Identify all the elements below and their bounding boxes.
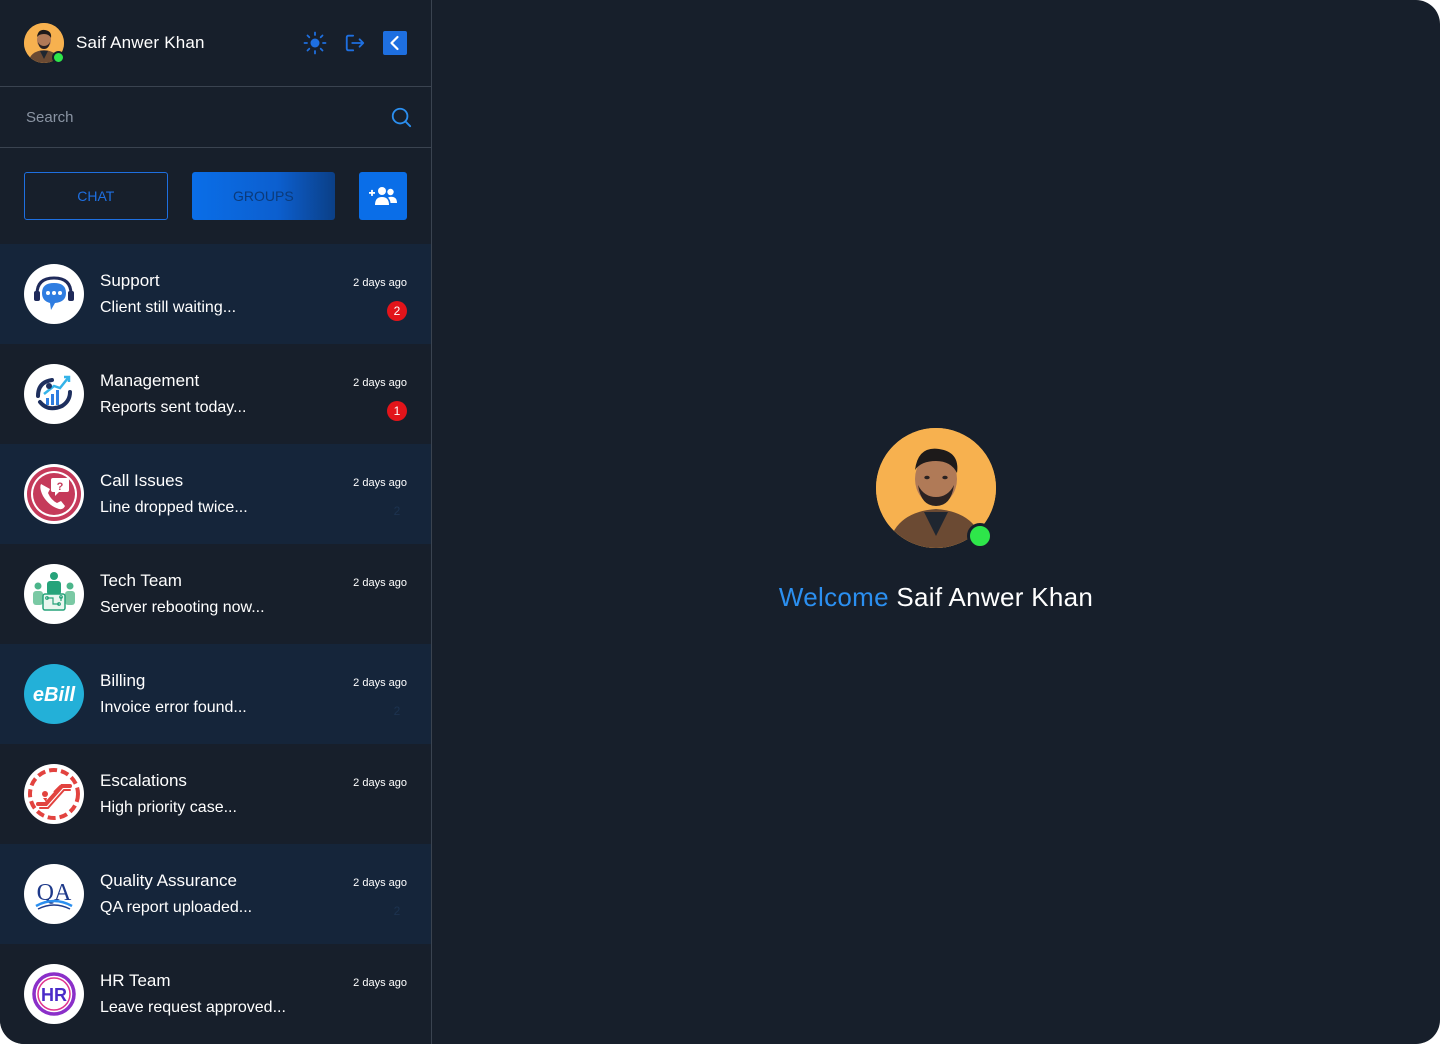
list-item-text: Call Issues Line dropped twice... (100, 471, 248, 517)
list-item-text: Quality Assurance QA report uploaded... (100, 871, 252, 917)
list-item[interactable]: Support Client still waiting... 2 days a… (0, 244, 431, 344)
chat-app: Saif Anwer Khan Search CHAT GROUPS Suppo… (0, 0, 1440, 1044)
welcome-user-name: Saif Anwer Khan (896, 582, 1094, 612)
search-button[interactable] (389, 105, 413, 129)
add-group-icon (369, 187, 398, 205)
list-item-message: Invoice error found... (100, 699, 247, 716)
group-avatar-quality-assurance: QA (24, 864, 84, 924)
list-item-title: Management (100, 371, 200, 390)
search-icon (391, 107, 412, 128)
list-item-time: 2 days ago (353, 477, 407, 489)
logout-icon (345, 34, 365, 52)
phone-question-icon: ? (27, 467, 81, 521)
tech-team-icon (27, 567, 81, 621)
list-item[interactable]: QA Quality Assurance QA report uploaded.… (0, 844, 431, 944)
group-avatar-management (24, 364, 84, 424)
ebill-logo-text: eBill (33, 684, 76, 706)
list-item-message: Client still waiting... (100, 299, 237, 316)
list-item-time: 2 days ago (353, 977, 407, 989)
qa-logo-icon: QA (35, 880, 73, 910)
list-item-title: Support (100, 271, 160, 290)
list-item-message: Line dropped twice... (100, 499, 248, 516)
group-avatar-escalations (24, 764, 84, 824)
svg-text:?: ? (57, 481, 64, 493)
online-status-dot (52, 51, 65, 64)
welcome-prefix: Welcome (778, 582, 889, 612)
list-item[interactable]: Tech Team Server rebooting now... 2 days… (0, 544, 431, 644)
conversation-list: Support Client still waiting... 2 days a… (0, 244, 431, 1044)
list-item-title: Tech Team (100, 571, 182, 590)
user-name: Saif Anwer Khan (76, 33, 205, 52)
unread-badge: 2 (387, 301, 407, 321)
sidebar-header: Saif Anwer Khan (0, 0, 431, 87)
group-avatar-support (24, 264, 84, 324)
escalator-icon (28, 768, 80, 820)
list-item-title: Call Issues (100, 471, 184, 490)
list-item-text: Tech Team Server rebooting now... (100, 571, 265, 617)
list-item[interactable]: Management Reports sent today... 2 days … (0, 344, 431, 444)
list-item[interactable]: HR HR Team Leave request approved... 2 d… (0, 944, 431, 1044)
group-avatar-call-issues: ? (24, 464, 84, 524)
add-group-button[interactable] (359, 172, 407, 220)
list-item-title: HR Team (100, 971, 171, 990)
unread-badge: 2 (393, 704, 401, 718)
support-chat-icon (34, 276, 74, 310)
list-item-message: Leave request approved... (100, 999, 286, 1016)
list-item-time: 2 days ago (353, 877, 407, 889)
group-avatar-hr-team: HR (24, 964, 84, 1024)
list-item[interactable]: eBill Billing Invoice error found... 2 d… (0, 644, 431, 744)
chevron-left-icon (390, 35, 399, 51)
list-item-text: HR Team Leave request approved... (100, 971, 286, 1017)
logout-button[interactable] (343, 31, 367, 55)
unread-badge: 1 (387, 401, 407, 421)
sidebar: Saif Anwer Khan Search CHAT GROUPS Suppo… (0, 0, 432, 1044)
list-item-message: QA report uploaded... (100, 899, 253, 916)
welcome-message: Welcome Saif Anwer Khan (432, 582, 1440, 613)
ebill-logo-icon: eBill (33, 684, 76, 706)
list-item[interactable]: Escalations High priority case... 2 days… (0, 744, 431, 844)
unread-badge: 2 (393, 504, 401, 518)
welcome-avatar (876, 428, 996, 549)
list-item-title: Billing (100, 671, 146, 690)
list-item-time: 2 days ago (353, 377, 407, 389)
list-item-time: 2 days ago (353, 577, 407, 589)
online-status-dot (967, 523, 993, 549)
tab-chat[interactable]: CHAT (24, 172, 168, 220)
list-item-title: Quality Assurance (100, 871, 238, 890)
hr-logo-text: HR (41, 985, 67, 1005)
tab-groups[interactable]: GROUPS (191, 172, 336, 220)
list-item-title: Escalations (100, 771, 187, 790)
sun-icon (303, 31, 327, 55)
list-item-time: 2 days ago (353, 677, 407, 689)
list-item-message: Server rebooting now... (100, 599, 265, 616)
list-item-text: Management Reports sent today... (100, 371, 246, 417)
tabs: CHAT GROUPS (0, 148, 431, 244)
list-item-text: Billing Invoice error found... (100, 671, 247, 717)
theme-toggle-button[interactable] (303, 31, 327, 55)
welcome-panel: Welcome Saif Anwer Khan (432, 0, 1440, 1044)
list-item-text: Escalations High priority case... (100, 771, 237, 817)
list-item-text: Support Client still waiting... (100, 271, 236, 317)
user-avatar[interactable] (24, 23, 65, 64)
group-avatar-billing: eBill (24, 664, 84, 724)
list-item-time: 2 days ago (353, 777, 407, 789)
collapse-sidebar-button[interactable] (383, 31, 407, 55)
management-growth-icon (36, 375, 72, 411)
list-item-message: High priority case... (100, 799, 237, 816)
hr-logo-icon: HR (32, 972, 76, 1016)
list-item-time: 2 days ago (353, 277, 407, 289)
header-actions (303, 31, 407, 55)
unread-badge: 2 (393, 904, 401, 918)
search-input[interactable] (24, 107, 368, 127)
list-item-message: Reports sent today... (100, 399, 247, 416)
group-avatar-tech-team (24, 564, 84, 624)
list-item[interactable]: ? Call Issues Line dropped twice... 2 da… (0, 444, 431, 544)
search-bar (0, 87, 431, 148)
